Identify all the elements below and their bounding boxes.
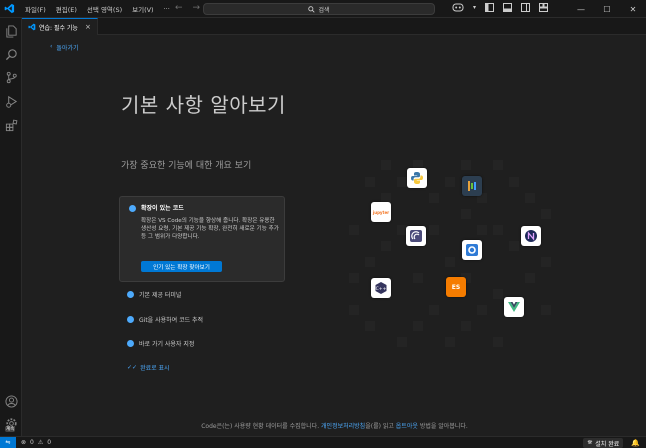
walkthrough-editor: ‹ 돌아가기 기본 사항 알아보기 가장 중요한 기능에 대한 개요 보기 확장… — [23, 35, 646, 436]
notifications-bell-icon[interactable]: 🔔 — [631, 439, 640, 447]
tab-bar: 연습: 필수 기능 × — [22, 18, 646, 35]
tab-label: 연습: 필수 기능 — [39, 24, 78, 32]
tab-walkthrough[interactable]: 연습: 필수 기능 × — [22, 18, 98, 35]
step-title: 바로 가기 사용자 지정 — [139, 341, 195, 348]
step-git[interactable]: Git을 사용하여 코드 추적 — [127, 315, 203, 324]
gitlens-icon — [462, 176, 482, 196]
back-button[interactable]: ‹ 돌아가기 — [50, 43, 79, 52]
window-controls: — ☐ ✕ — [568, 0, 646, 18]
menu-more[interactable]: ··· — [159, 5, 175, 13]
toggle-sidebar-icon[interactable] — [485, 2, 495, 12]
back-arrow-icon[interactable]: ← — [175, 3, 183, 13]
menu-edit[interactable]: 편집(E) — [51, 4, 82, 14]
menu-selection[interactable]: 선택 영역(S) — [82, 4, 127, 14]
error-icon: ⊗ — [21, 439, 27, 446]
title-bar: 파일(F) 편집(E) 선택 영역(S) 보기(V) ··· ← → 검색 ▾ … — [0, 0, 646, 18]
python-icon — [407, 168, 427, 188]
error-count: 0 — [30, 439, 34, 446]
problems-status[interactable]: ⊗ 0 ⚠ 0 — [21, 439, 51, 446]
github-icon — [462, 240, 482, 260]
install-complete-badge[interactable]: ⛯ 설치 완료 — [583, 438, 624, 448]
toggle-secondary-sidebar-icon[interactable] — [521, 2, 531, 12]
jupyter-icon: jupyter — [371, 202, 391, 222]
cpp-icon: C++ — [371, 278, 391, 298]
step-status-icon — [127, 340, 134, 347]
search-icon — [308, 5, 316, 13]
explorer-icon[interactable] — [4, 24, 18, 38]
step-extensions[interactable]: 확장이 있는 코드 확장은 VS Code의 기능을 향상해 줍니다. 확장은 … — [119, 196, 285, 282]
status-right: ⛯ 설치 완료 🔔 — [583, 437, 640, 448]
account-badge: 계속 — [5, 426, 16, 432]
step-status-icon — [127, 291, 134, 298]
nav-arrows: ← → — [175, 3, 200, 13]
warning-icon: ⚠ — [37, 439, 44, 446]
svg-text:C++: C++ — [376, 286, 387, 292]
footer-text-after: 방법을 알아봅니다. — [419, 423, 468, 430]
step-status-icon — [127, 316, 134, 323]
mark-done-link[interactable]: ✓✓ 완료로 표시 — [127, 363, 170, 372]
eslint-icon: ES — [446, 277, 466, 297]
vscode-logo-icon — [0, 0, 18, 18]
menu-view[interactable]: 보기(V) — [127, 4, 158, 14]
step-title: Git을 사용하여 코드 추적 — [139, 317, 204, 324]
chevron-left-icon: ‹ — [50, 43, 53, 50]
account-icon[interactable] — [4, 394, 18, 408]
walkthrough-subtitle: 가장 중요한 기능에 대한 개요 보기 — [121, 161, 252, 171]
mark-done-label: 완료로 표시 — [140, 365, 170, 372]
step-status-icon — [129, 205, 136, 212]
close-window-icon[interactable]: ✕ — [620, 0, 646, 18]
footer-text-middle: 을(를) 읽고 — [365, 423, 394, 430]
browse-extensions-button[interactable]: 인기 있는 확장 찾아보기 — [141, 261, 222, 272]
double-check-icon: ✓✓ — [127, 364, 138, 371]
back-label: 돌아가기 — [56, 45, 79, 52]
install-icon: ⛯ — [587, 439, 593, 446]
extensions-icon[interactable] — [4, 118, 18, 132]
step-description: 확장은 VS Code의 기능을 향상해 줍니다. 확장은 유용한 생산성 요령… — [141, 218, 279, 240]
run-debug-icon[interactable] — [4, 94, 18, 108]
remote-explorer-icon — [406, 226, 426, 246]
menu-bar: 파일(F) 편집(E) 선택 영역(S) 보기(V) ··· — [20, 0, 175, 18]
forward-arrow-icon[interactable]: → — [193, 3, 201, 13]
copilot-dropdown-icon[interactable]: ▾ — [473, 4, 476, 11]
command-center-search[interactable]: 검색 — [203, 3, 435, 15]
step-terminal[interactable]: 기본 제공 터미널 — [127, 290, 181, 299]
copilot-icon[interactable] — [452, 2, 464, 12]
menu-file[interactable]: 파일(F) — [20, 4, 51, 14]
step-title: 기본 제공 터미널 — [139, 292, 182, 299]
search-text: 검색 — [318, 6, 330, 14]
optout-link[interactable]: 옵트아웃 — [396, 423, 418, 430]
vscode-tab-icon — [28, 23, 36, 31]
remote-indicator-icon[interactable]: ⇋ — [0, 436, 16, 448]
tab-close-icon[interactable]: × — [85, 23, 91, 31]
step-title: 확장이 있는 코드 — [141, 205, 184, 212]
minimize-icon[interactable]: — — [568, 0, 594, 18]
customize-layout-icon[interactable] — [539, 2, 549, 12]
step-shortcuts[interactable]: 바로 가기 사용자 지정 — [127, 339, 194, 348]
nx-console-icon — [521, 226, 541, 246]
source-control-icon[interactable] — [4, 70, 18, 84]
vue-icon — [504, 297, 524, 317]
walkthrough-title: 기본 사항 알아보기 — [121, 93, 286, 117]
maximize-icon[interactable]: ☐ — [594, 0, 620, 18]
privacy-link[interactable]: 개인정보처리방침 — [321, 423, 365, 430]
warning-count: 0 — [47, 439, 52, 446]
activity-bar: 계속 — [0, 18, 22, 436]
telemetry-footer: Code은(는) 사용량 현황 데이터를 수집합니다. 개인정보처리방침을(를)… — [23, 421, 646, 430]
install-label: 설치 완료 — [595, 440, 620, 448]
title-right-actions: ▾ — [452, 2, 549, 12]
search-view-icon[interactable] — [4, 47, 18, 61]
status-bar: ⇋ ⊗ 0 ⚠ 0 ⛯ 설치 완료 🔔 — [0, 436, 646, 448]
toggle-panel-icon[interactable] — [503, 2, 513, 12]
footer-text: Code은(는) 사용량 현황 데이터를 수집합니다. — [201, 423, 320, 430]
